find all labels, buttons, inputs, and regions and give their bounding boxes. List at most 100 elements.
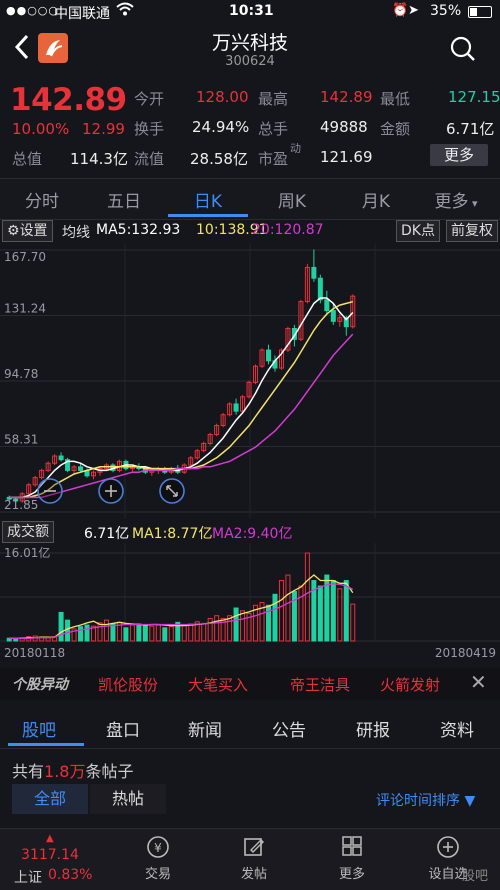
volume-chart[interactable]: 16.01亿 20180118 20180419 xyxy=(0,543,500,663)
tab-daily-k[interactable]: 日K xyxy=(178,187,238,212)
volume-bar xyxy=(103,619,109,642)
nav-more[interactable]: 更多 xyxy=(302,835,402,882)
volume-axis-label: 16.01亿 xyxy=(4,545,50,560)
price-axis-label: 58.31 xyxy=(4,433,38,447)
mcap-value: 114.3亿 xyxy=(70,150,128,168)
zoom-in-icon[interactable] xyxy=(97,477,125,509)
fullscreen-icon[interactable] xyxy=(158,477,186,509)
tab-research[interactable]: 研报 xyxy=(356,716,390,741)
tab-profile[interactable]: 资料 xyxy=(440,716,474,741)
tab-news[interactable]: 新闻 xyxy=(188,716,222,741)
divider xyxy=(0,748,500,749)
volume-bar xyxy=(97,622,103,642)
volume-bar xyxy=(350,603,356,642)
forum-total-suffix: 条帖子 xyxy=(85,762,134,781)
volume-bar xyxy=(32,635,38,642)
settings-button[interactable]: ⚙设置 xyxy=(2,220,53,242)
amount-label: 金额 xyxy=(380,120,411,138)
volume-bar xyxy=(188,623,194,642)
price-axis-label: 131.24 xyxy=(4,302,46,316)
volume-indicator-button[interactable]: 成交额 xyxy=(2,521,54,543)
tab-order-book[interactable]: 盘口 xyxy=(106,716,140,741)
wifi-icon xyxy=(116,2,134,20)
volume-bar xyxy=(285,574,291,642)
alarm-lock-icon: ⏰ xyxy=(392,3,409,18)
volume-bar xyxy=(142,624,148,642)
edit-icon xyxy=(244,838,264,856)
candlestick-chart[interactable]: 167.70 131.24 94.78 58.31 21.85 xyxy=(0,244,500,518)
candle-body xyxy=(58,455,64,461)
price-axis-label: 94.78 xyxy=(4,367,38,381)
change-percent: 10.00% xyxy=(12,120,70,138)
float-label: 流值 xyxy=(134,150,165,168)
tab-more-label: 更多 xyxy=(434,192,469,212)
price-axis-label: 167.70 xyxy=(4,250,46,264)
candle-body xyxy=(317,277,323,301)
news-item[interactable]: 火箭发射 xyxy=(380,674,440,695)
low-value: 127.15 xyxy=(448,88,500,106)
news-item[interactable]: 凯伦股份 xyxy=(98,674,158,695)
adjust-button[interactable]: 前复权 xyxy=(446,220,498,242)
forum-total-count: 1.8万 xyxy=(44,762,86,781)
volume-bar xyxy=(155,624,161,642)
add-circle-icon xyxy=(437,836,459,858)
volume-ma2: MA2:9.40亿 xyxy=(212,526,293,542)
volume-bar xyxy=(84,624,90,642)
tab-forum[interactable]: 股吧 xyxy=(22,716,56,741)
trade-icon: ¥ xyxy=(147,836,169,858)
volume-bar xyxy=(110,623,116,642)
news-item[interactable]: 大笔买入 xyxy=(188,674,248,695)
chart-header: ⚙设置 均线 MA5:132.93 10:138.91 20:120.87 DK… xyxy=(0,219,500,243)
volume-bar xyxy=(162,627,168,642)
volume-bar xyxy=(181,624,187,642)
volume-current: 6.71亿 xyxy=(84,526,130,542)
clock-time: 10:31 xyxy=(229,3,274,19)
close-icon[interactable]: ✕ xyxy=(470,670,487,694)
index-ticker[interactable]: ▲ 3117.14 上证 0.83% xyxy=(0,833,100,886)
dk-point-button[interactable]: DK点 xyxy=(396,220,440,242)
tab-weekly-k[interactable]: 周K xyxy=(262,187,322,212)
tab-five-day[interactable]: 五日 xyxy=(94,187,154,212)
tab-monthly-k[interactable]: 月K xyxy=(346,187,406,212)
index-value: 3117.14 xyxy=(21,847,79,863)
candle-body xyxy=(233,403,239,412)
chevron-down-icon: ▾ xyxy=(468,197,478,210)
volume-bar xyxy=(129,624,135,642)
pe-sup-label: 动 xyxy=(290,142,301,155)
volume-header: 成交额 6.71亿 MA1:8.77亿 MA2:9.40亿 xyxy=(0,520,500,543)
tab-announcements[interactable]: 公告 xyxy=(272,716,306,741)
filter-all-button[interactable]: 全部 xyxy=(12,784,88,814)
tab-intraday[interactable]: 分时 xyxy=(12,187,72,212)
volume-bar xyxy=(272,593,278,642)
news-item[interactable]: 帝王洁具 xyxy=(290,674,350,695)
more-quote-button[interactable]: 更多 xyxy=(430,144,488,166)
signal-dots-icon: ●●○○○ xyxy=(6,4,59,17)
volume-bar xyxy=(201,622,207,642)
float-value: 28.58亿 xyxy=(190,150,248,168)
volume-bar xyxy=(278,580,284,642)
turnover-value: 24.94% xyxy=(192,118,250,136)
last-price: 142.89 xyxy=(10,82,127,118)
stock-code: 300624 xyxy=(225,54,275,69)
bottom-toolbar: ▲ 3117.14 上证 0.83% ¥ 交易 发帖 更多 设自选 股吧 xyxy=(0,828,500,890)
volume-bar xyxy=(214,615,220,642)
filter-hot-button[interactable]: 热帖 xyxy=(90,784,166,814)
stock-name: 万兴科技 xyxy=(211,32,288,54)
volume-ma1: MA1:8.77亿 xyxy=(132,526,213,542)
index-percent: 0.83% xyxy=(48,867,93,883)
sort-dropdown[interactable]: 评论时间排序 ▼ xyxy=(376,790,475,810)
sort-label: 评论时间排序 xyxy=(376,793,460,809)
tab-more[interactable]: 更多 ▾ xyxy=(426,187,486,212)
nav-post[interactable]: 发帖 xyxy=(204,835,304,882)
date-start-label: 20180118 xyxy=(4,646,65,660)
chevron-down-icon: ▼ xyxy=(460,793,476,809)
nav-trade[interactable]: ¥ 交易 xyxy=(108,835,208,882)
low-label: 最低 xyxy=(380,90,411,108)
volume-bar xyxy=(233,607,239,642)
date-end-label: 20180419 xyxy=(435,646,496,660)
zoom-out-icon[interactable] xyxy=(36,477,64,509)
volume-bar xyxy=(78,626,84,642)
settings-label: 设置 xyxy=(19,223,48,239)
pe-label: 市盈 xyxy=(258,150,289,168)
search-icon[interactable] xyxy=(450,36,476,66)
